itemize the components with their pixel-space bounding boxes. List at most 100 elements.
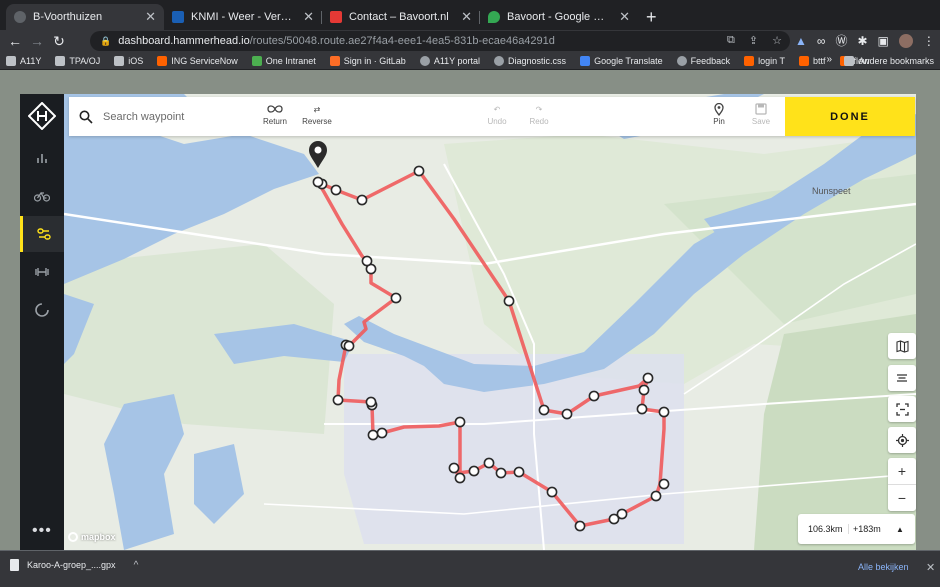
pin-button[interactable]: Pin (701, 101, 737, 133)
waypoint-marker[interactable] (330, 184, 342, 196)
bookmark-tpa-oj[interactable]: TPA/OJ (55, 55, 100, 66)
bookmark-ing-servicenow[interactable]: ING ServiceNow (157, 55, 238, 66)
waypoint-marker[interactable] (642, 372, 654, 384)
waypoint-marker[interactable] (365, 396, 377, 408)
waypoint-marker[interactable] (561, 408, 573, 420)
return-button[interactable]: Return (257, 101, 293, 133)
browser-menu-icon[interactable]: ⋮ (923, 34, 935, 48)
extension-glasses-icon[interactable]: ∞ (817, 34, 826, 48)
route-map[interactable]: Nunspeet (64, 94, 916, 550)
search-waypoint-input[interactable] (103, 110, 223, 123)
reload-icon[interactable]: ↻ (48, 33, 70, 50)
sidebar-item-rides[interactable] (20, 178, 64, 214)
bookmark-star-icon[interactable]: ☆ (772, 34, 782, 47)
more-options-icon[interactable]: ••• (32, 522, 52, 540)
waypoint-marker[interactable] (413, 165, 425, 177)
bookmark-google-translate[interactable]: Google Translate (580, 55, 663, 66)
waypoint-marker[interactable] (538, 404, 550, 416)
bookmark-bttf[interactable]: bttf (799, 55, 826, 66)
waypoint-marker[interactable] (658, 478, 670, 490)
tab-bavoort-contact[interactable]: Contact – Bavoort.nl ✕ (322, 4, 480, 30)
bookmark-ios[interactable]: iOS (114, 55, 143, 66)
waypoint-marker[interactable] (332, 394, 344, 406)
map-layers-button[interactable] (888, 333, 916, 359)
tab-knmi[interactable]: KNMI - Weer - Verwachtingen ✕ (164, 4, 322, 30)
close-tab-icon[interactable]: ✕ (461, 9, 472, 25)
redo-button[interactable]: ↷ Redo (521, 101, 557, 133)
sidebar-item-workouts[interactable] (20, 254, 64, 290)
close-downloads-icon[interactable]: ✕ (926, 561, 935, 574)
waypoint-marker[interactable] (483, 457, 495, 469)
sidebar-item-sync[interactable] (20, 292, 64, 328)
new-tab-button[interactable]: + (646, 4, 657, 30)
waypoint-marker[interactable] (503, 295, 515, 307)
waypoint-marker[interactable] (468, 465, 480, 477)
waypoint-marker[interactable] (312, 176, 324, 188)
other-bookmarks-folder[interactable]: Andere bookmarks (844, 52, 934, 70)
waypoint-marker[interactable] (636, 403, 648, 415)
route-icon (36, 228, 51, 240)
address-bar[interactable]: 🔒 dashboard.hammerhead.io/routes/50048.r… (90, 31, 790, 51)
waypoint-marker[interactable] (658, 406, 670, 418)
bookmark-diagnostic-css[interactable]: Diagnostic.css (494, 55, 566, 66)
hammerhead-logo-icon[interactable] (28, 102, 56, 130)
locate-me-button[interactable] (888, 427, 916, 453)
done-button[interactable]: DONE (785, 97, 915, 136)
bookmark-feedback[interactable]: Feedback (676, 55, 730, 66)
bookmark-gitlab[interactable]: Sign in · GitLab (329, 55, 406, 66)
back-arrow-icon[interactable]: ← (4, 33, 26, 49)
close-tab-icon[interactable]: ✕ (303, 9, 314, 25)
bookmark-login-t[interactable]: login T (744, 55, 785, 66)
bookmark-a11y[interactable]: A11Y (6, 55, 41, 66)
install-app-icon[interactable]: ⧉ (727, 34, 735, 47)
waypoint-marker[interactable] (574, 520, 586, 532)
waypoint-marker[interactable] (513, 466, 525, 478)
tab-b-voorthuizen[interactable]: B-Voorthuizen ✕ (6, 4, 164, 30)
side-panel-icon[interactable]: ▣ (878, 34, 889, 48)
zoom-in-button[interactable]: + (888, 458, 916, 484)
close-tab-icon[interactable]: ✕ (145, 9, 156, 25)
bookmark-a11y-portal[interactable]: A11Y portal (419, 55, 480, 66)
undo-button[interactable]: ↶ Undo (479, 101, 515, 133)
share-icon[interactable]: ⇪ (749, 34, 758, 47)
forward-arrow-icon[interactable]: → (26, 33, 48, 49)
waypoint-marker[interactable] (390, 292, 402, 304)
waypoint-marker[interactable] (361, 255, 373, 267)
waypoint-marker[interactable] (638, 384, 650, 396)
extension-w-icon[interactable]: Ⓦ (835, 32, 847, 49)
waypoint-marker[interactable] (608, 513, 620, 525)
waypoint-marker[interactable] (454, 416, 466, 428)
undo-label: Undo (487, 117, 507, 126)
tab-bavoort-maps[interactable]: Bavoort - Google Maps ✕ (480, 4, 638, 30)
sidebar-item-routes[interactable] (20, 216, 64, 252)
reverse-button[interactable]: ⇄ Reverse (299, 101, 335, 133)
waypoint-marker[interactable] (356, 194, 368, 206)
route-stats[interactable]: 106.3km +183m ▲ (798, 514, 915, 544)
waypoint-marker[interactable] (588, 390, 600, 402)
bookmark-one-intranet[interactable]: One Intranet (251, 55, 316, 66)
elevation-toggle-button[interactable] (888, 365, 916, 391)
zoom-out-button[interactable]: − (888, 485, 916, 511)
waypoint-marker[interactable] (650, 490, 662, 502)
waypoint-marker[interactable] (367, 429, 379, 441)
waypoint-marker[interactable] (343, 340, 355, 352)
sidebar-item-stats[interactable] (20, 140, 64, 176)
chevron-up-icon[interactable]: ^ (134, 560, 139, 571)
mapbox-logo[interactable]: mapbox (68, 532, 116, 542)
fit-route-button[interactable] (888, 396, 916, 422)
waypoint-marker[interactable] (454, 472, 466, 484)
show-all-downloads-link[interactable]: Alle bekijken (858, 562, 909, 572)
close-tab-icon[interactable]: ✕ (619, 9, 630, 25)
more-bookmarks-button[interactable]: » (826, 54, 832, 65)
waypoint-marker[interactable] (448, 462, 460, 474)
profile-avatar[interactable] (898, 33, 913, 48)
save-button[interactable]: Save (743, 101, 779, 133)
waypoint-marker[interactable] (495, 467, 507, 479)
waypoint-marker[interactable] (376, 427, 388, 439)
map-layers-icon (895, 339, 909, 353)
download-item[interactable]: Karoo-A-groep_....gpx ^ (10, 559, 138, 571)
extensions-puzzle-icon[interactable]: ✱ (857, 34, 867, 48)
waypoint-marker[interactable] (546, 486, 558, 498)
extension-triangle-icon[interactable]: ▲ (795, 34, 807, 48)
map-canvas[interactable]: Nunspeet (64, 94, 916, 550)
